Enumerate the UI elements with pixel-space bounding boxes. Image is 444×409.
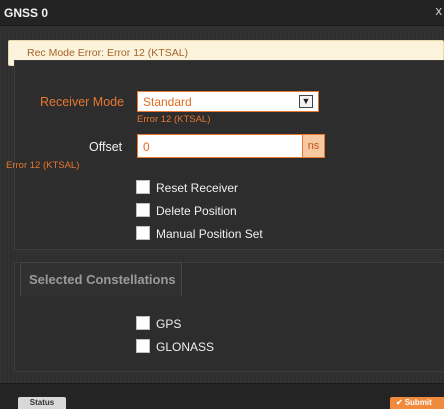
submit-button[interactable]: ✔ Submit	[390, 397, 444, 409]
close-icon[interactable]: x	[436, 3, 443, 18]
window-title: GNSS 0	[4, 6, 49, 20]
constellations-legend: Selected Constellations	[20, 262, 182, 296]
receiver-mode-select[interactable]: Standard ▼	[137, 91, 319, 112]
offset-unit-addon: ns	[303, 134, 325, 158]
glonass-label: GLONASS	[156, 340, 215, 354]
delete-position-checkbox[interactable]	[136, 203, 150, 217]
submit-label: Submit	[404, 398, 432, 407]
glonass-checkbox[interactable]	[136, 339, 150, 353]
receiver-mode-error: Error 12 (KTSAL)	[137, 114, 211, 125]
alert-message: Rec Mode Error: Error 12 (KTSAL)	[27, 47, 189, 59]
reset-receiver-label: Reset Receiver	[156, 181, 239, 195]
manual-position-set-label: Manual Position Set	[156, 227, 263, 241]
chevron-down-icon: ▼	[299, 95, 313, 108]
gps-checkbox[interactable]	[136, 316, 150, 330]
reset-receiver-checkbox[interactable]	[136, 180, 150, 194]
check-icon: ✔	[396, 398, 403, 407]
title-bar: GNSS 0 x	[0, 0, 444, 26]
constellations-title: Selected Constellations	[29, 272, 176, 287]
receiver-mode-label: Receiver Mode	[40, 95, 125, 109]
offset-label: Offset	[89, 140, 123, 154]
offset-value: 0	[143, 140, 150, 154]
footer-bar	[0, 383, 444, 409]
offset-input[interactable]: 0	[137, 134, 303, 158]
offset-error: Error 12 (KTSAL)	[6, 160, 80, 171]
gps-label: GPS	[156, 317, 182, 331]
status-button[interactable]: Status	[18, 397, 66, 409]
manual-position-set-checkbox[interactable]	[136, 226, 150, 240]
delete-position-label: Delete Position	[156, 204, 237, 218]
receiver-mode-value: Standard	[143, 95, 192, 109]
